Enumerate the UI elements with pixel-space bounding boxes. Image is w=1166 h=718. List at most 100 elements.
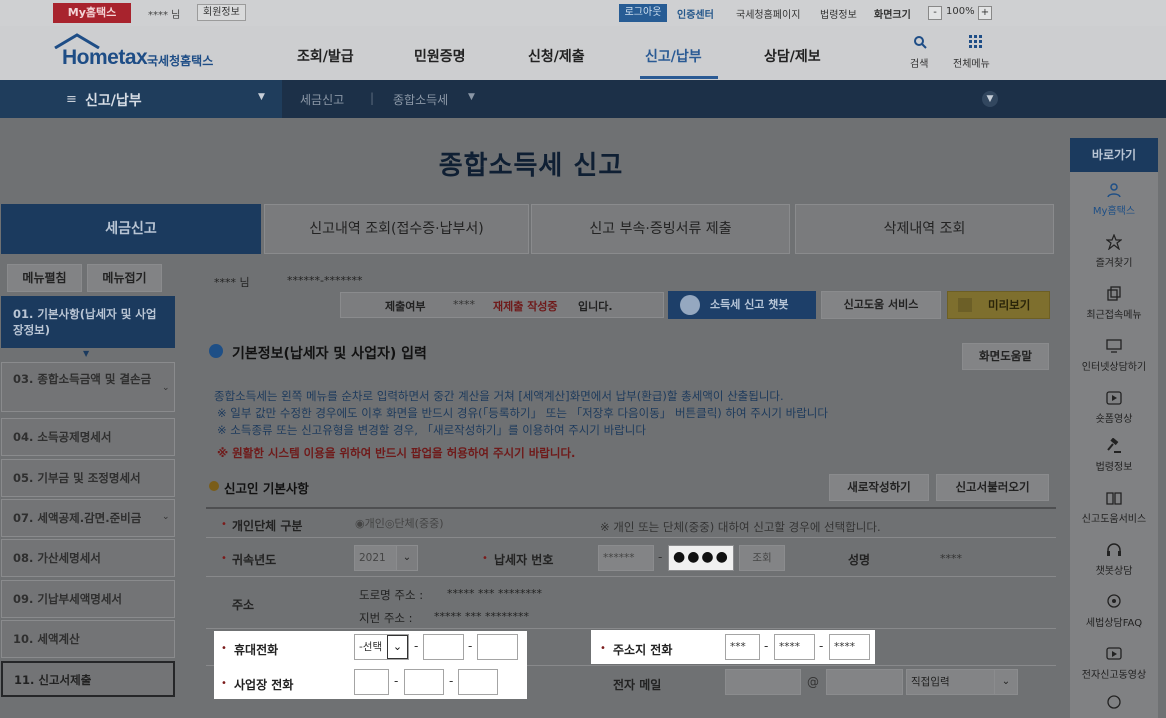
quick-chatbot[interactable]: 챗봇상담 (1070, 542, 1158, 577)
gnb-consult[interactable]: 상담/제보 (764, 46, 821, 66)
chevron-down-icon[interactable]: ⌄ (162, 512, 170, 522)
address-phone-area-input[interactable]: *** (725, 634, 760, 660)
quick-my-hometax[interactable]: My홈택스 (1070, 182, 1158, 217)
quick-recent-menu[interactable]: 최근접속메뉴 (1070, 286, 1158, 321)
sidebar-item-prepaid-tax[interactable]: 09. 기납부세액명세서 (1, 580, 175, 618)
address-phone-label: 주소지 전화 (613, 643, 673, 657)
law-info-link[interactable]: 법령정보 (820, 6, 857, 21)
sidebar-item-tax-credit[interactable]: 07. 세액공제.감면.준비금 (1, 499, 175, 537)
top-utility-bar: My홈택스 **** 님 회원정보 로그아웃 인증센터 국세청홈페이지 법령정보… (0, 0, 1166, 26)
chevron-down-icon[interactable]: ▼ (468, 92, 475, 102)
email-id-input[interactable] (725, 669, 801, 695)
page-title: 종합소득세 신고 (438, 151, 624, 181)
sidebar-item-donation[interactable]: 05. 기부금 및 조정명세서 (1, 459, 175, 497)
headset-icon (1107, 543, 1121, 556)
hometax-logo[interactable]: Hometax (62, 46, 148, 70)
name-value: **** (940, 552, 962, 565)
gnb-civil-cert[interactable]: 민원증명 (414, 46, 466, 66)
quick-internet-consult[interactable]: 인터넷상담하기 (1070, 338, 1158, 373)
search-icon[interactable] (913, 35, 927, 49)
sidebar-item-additional-tax[interactable]: 08. 가산세명세서 (1, 539, 175, 577)
email-domain-input[interactable] (826, 669, 903, 695)
popup-warning-text: ※ 원활한 시스템 이용을 위하여 반드시 팝업을 허용하여 주시기 바랍니다. (217, 446, 576, 460)
new-write-button[interactable]: 새로작성하기 (829, 474, 929, 501)
help-service-button[interactable]: 신고도움 서비스 (821, 291, 941, 319)
chatbot-button[interactable]: 소득세 신고 챗봇 (668, 291, 816, 319)
address-phone-middle-input[interactable]: **** (774, 634, 815, 660)
sidebar-item-income-amount[interactable]: 03. 종합소득금액 및 결손금 (1, 362, 175, 412)
tin-second-input[interactable]: ●●●● (668, 545, 734, 571)
screen-help-button[interactable]: 화면도움말 (962, 343, 1049, 370)
preview-button[interactable]: 미리보기 (947, 291, 1050, 319)
biz-phone-last-input[interactable] (458, 669, 498, 695)
row-divider (206, 576, 1056, 577)
logo-subtitle: 국세청홈택스 (147, 54, 214, 68)
zoom-in-button[interactable]: + (978, 6, 992, 20)
biz-phone-middle-input[interactable] (404, 669, 444, 695)
breadcrumb-income-tax[interactable]: 종합소득세 (393, 91, 448, 108)
chevron-down-icon[interactable]: ⌄ (162, 383, 170, 393)
quick-more[interactable] (1070, 694, 1158, 714)
load-report-button[interactable]: 신고서불러오기 (936, 474, 1049, 501)
logout-button[interactable]: 로그아웃 (619, 4, 667, 22)
taxpayer-id: ******-******* (287, 274, 363, 287)
dash: - (394, 674, 399, 688)
sidebar-item-tax-calc[interactable]: 10. 세액계산 (1, 620, 175, 658)
chevron-down-icon[interactable]: ⌄ (994, 670, 1017, 694)
menu-collapse-button[interactable]: 메뉴접기 (87, 264, 162, 292)
gnb-inquiry[interactable]: 조회/발급 (297, 46, 354, 66)
tin-first-input[interactable]: ****** (598, 545, 654, 571)
sidebar-item-income-deduction[interactable]: 04. 소득공제명세서 (1, 418, 175, 456)
quick-links-title: 바로가기 (1070, 138, 1158, 172)
my-hometax-button[interactable]: My홈택스 (53, 3, 131, 23)
reporter-section-title: 신고인 기본사항 (224, 481, 309, 496)
search-label[interactable]: 검색 (910, 55, 928, 70)
notice-text: 종합소득세는 왼쪽 메뉴를 순차로 입력하면서 중간 계산을 거쳐 [세액계산]… (214, 389, 784, 403)
status-label: 제출여부 (385, 300, 426, 313)
gnb-apply[interactable]: 신청/제출 (528, 46, 585, 66)
row-divider (206, 537, 1056, 538)
site-header: Hometax 국세청홈택스 조회/발급 민원증명 신청/제출 신고/납부 상담… (0, 26, 1166, 80)
all-menu-label[interactable]: 전체메뉴 (953, 55, 990, 70)
lot-address-value: ***** *** ******** (434, 610, 529, 623)
chevron-down-icon[interactable]: ⌄ (396, 546, 417, 570)
quick-efile-video[interactable]: 전자신고동영상 (1070, 646, 1158, 681)
type-radio-group[interactable]: ◉개인◎단체(중중) (355, 515, 444, 531)
member-info-button[interactable]: 회원정보 (197, 4, 246, 21)
quick-tax-faq[interactable]: 세법상담FAQ (1070, 594, 1158, 629)
quick-label: My홈택스 (1092, 206, 1136, 217)
tab-report-history[interactable]: 신고내역 조회(접수증·납부서) (264, 204, 529, 254)
sidebar-item-submit[interactable]: 11. 신고서제출 (1, 661, 175, 697)
mobile-last-input[interactable] (477, 634, 518, 660)
breadcrumb-separator: | (370, 91, 375, 105)
chat-icon (1107, 695, 1121, 709)
quick-short-video[interactable]: 숏폼영상 (1070, 390, 1158, 425)
zoom-out-button[interactable]: - (928, 6, 942, 20)
sidebar-item-basic-info[interactable]: 01. 기본사항(납세자 및 사업장정보) (1, 296, 175, 348)
quick-favorites[interactable]: 즐겨찾기 (1070, 234, 1158, 269)
biz-phone-area-input[interactable] (354, 669, 389, 695)
mobile-middle-input[interactable] (423, 634, 464, 660)
menu-expand-button[interactable]: 메뉴펼침 (7, 264, 82, 292)
nts-homepage-link[interactable]: 국세청홈페이지 (736, 6, 800, 21)
quick-label: 전자신고동영상 (1081, 670, 1147, 681)
chevron-down-icon[interactable]: ⌄ (387, 635, 408, 659)
quick-report-help[interactable]: 신고도움서비스 (1070, 490, 1158, 525)
tab-tax-report[interactable]: 세금신고 (1, 204, 261, 254)
quick-label: 최근접속메뉴 (1086, 310, 1142, 321)
tin-lookup-button[interactable]: 조회 (739, 545, 785, 571)
road-address-value: ***** *** ******** (447, 587, 542, 600)
tab-deleted-history[interactable]: 삭제내역 조회 (795, 204, 1054, 254)
expand-circle-icon[interactable]: ▼ (982, 91, 998, 107)
all-menu-grid-icon[interactable] (969, 35, 983, 49)
breadcrumb-tax-report[interactable]: 세금신고 (300, 91, 344, 108)
gnb-report-pay[interactable]: 신고/납부 (645, 46, 702, 66)
quick-law-info[interactable]: 법령정보 (1070, 438, 1158, 473)
type-note: ※ 개인 또는 단체(중중) 대하여 신고할 경우에 선택합니다. (600, 520, 881, 534)
cert-center-link[interactable]: 인증센터 (677, 6, 714, 21)
chatbot-icon (680, 295, 700, 315)
tab-attachments[interactable]: 신고 부속·증빙서류 제출 (531, 204, 790, 254)
nav-menu-toggle[interactable]: ≡ 신고/납부 ▼ (0, 80, 282, 118)
address-phone-last-input[interactable]: **** (829, 634, 870, 660)
quick-links-panel: 바로가기 My홈택스 즐겨찾기 최근접속메뉴 인터넷상담하기 숏폼영상 법령정보… (1070, 138, 1158, 718)
